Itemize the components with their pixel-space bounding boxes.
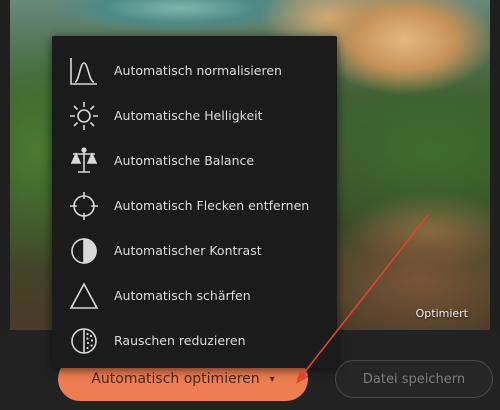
noise-icon [67, 324, 101, 358]
sun-icon [67, 99, 101, 133]
save-file-label: Datei speichern [362, 371, 466, 387]
menu-item-label: Rauschen reduzieren [114, 333, 246, 348]
chevron-down-icon: ▾ [269, 373, 275, 385]
menu-item-label: Automatisch normalisieren [114, 63, 282, 78]
menu-item-label: Automatisch schärfen [114, 288, 251, 303]
menu-item-label: Automatisch Flecken entfernen [114, 198, 310, 213]
crosshair-icon [67, 189, 101, 223]
menu-item-auto-sharpen[interactable]: Automatisch schärfen [52, 273, 337, 318]
triangle-icon [67, 279, 101, 313]
menu-item-label: Automatischer Kontrast [114, 243, 262, 258]
contrast-icon [67, 234, 101, 268]
auto-optimize-menu: Automatisch normalisieren Automatische H… [52, 36, 337, 368]
menu-item-auto-contrast[interactable]: Automatischer Kontrast [52, 228, 337, 273]
auto-optimize-label: Automatisch optimieren [91, 371, 260, 387]
menu-item-auto-normalize[interactable]: Automatisch normalisieren [52, 48, 337, 93]
menu-item-label: Automatische Balance [114, 153, 255, 168]
menu-item-auto-spot-removal[interactable]: Automatisch Flecken entfernen [52, 183, 337, 228]
menu-item-auto-balance[interactable]: Automatische Balance [52, 138, 337, 183]
histogram-icon [67, 54, 101, 88]
menu-item-reduce-noise[interactable]: Rauschen reduzieren [52, 318, 337, 363]
menu-item-label: Automatische Helligkeit [114, 108, 263, 123]
menu-item-auto-brightness[interactable]: Automatische Helligkeit [52, 93, 337, 138]
save-file-button[interactable]: Datei speichern [335, 360, 493, 398]
optimized-badge: Optimiert [415, 307, 468, 320]
balance-scale-icon [67, 144, 101, 178]
